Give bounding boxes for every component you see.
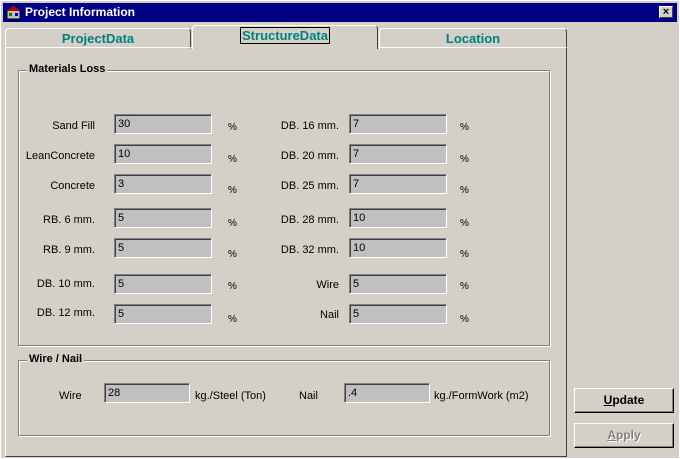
field-label: Sand Fill <box>52 120 95 132</box>
db-28mm-input[interactable]: 10 <box>349 208 447 228</box>
tab-label: ProjectData <box>61 31 135 46</box>
rb-9mm-input[interactable]: 5 <box>114 238 212 258</box>
sand-fill-input[interactable]: 30 <box>114 114 212 134</box>
percent-unit: % <box>228 249 237 260</box>
project-information-window: Project Information × ProjectData Struct… <box>0 0 680 459</box>
percent-unit: % <box>460 249 469 260</box>
percent-unit: % <box>228 281 237 292</box>
tab-label: Location <box>445 31 501 46</box>
field-label: DB. 20 mm. <box>280 150 339 162</box>
db-25mm-input[interactable]: 7 <box>349 174 447 194</box>
materials-loss-title: Materials Loss <box>27 63 108 75</box>
apply-button[interactable]: Apply <box>574 423 674 448</box>
tab-projectdata[interactable]: ProjectData <box>5 28 191 49</box>
db-32mm-input[interactable]: 10 <box>349 238 447 258</box>
percent-unit: % <box>228 314 237 325</box>
field-label: DB. 28 mm. <box>280 214 339 226</box>
db-10mm-input[interactable]: 5 <box>114 274 212 294</box>
field-label: DB. 10 mm. <box>36 278 95 290</box>
db-20mm-input[interactable]: 7 <box>349 144 447 164</box>
percent-unit: % <box>460 154 469 165</box>
field-label: RB. 9 mm. <box>43 244 95 256</box>
nail-amount-input[interactable]: .4 <box>344 383 430 403</box>
wire-label: Wire <box>59 390 82 402</box>
wire-unit-label: kg./Steel (Ton) <box>195 390 266 402</box>
field-label: DB. 25 mm. <box>280 180 339 192</box>
field-label: Concrete <box>50 180 95 192</box>
close-button[interactable]: × <box>659 6 673 18</box>
percent-unit: % <box>228 218 237 229</box>
db-12mm-input[interactable]: 5 <box>114 304 212 324</box>
wire-amount-input[interactable]: 28 <box>104 383 190 403</box>
field-label: RB. 6 mm. <box>43 214 95 226</box>
field-label: LeanConcrete <box>25 150 95 162</box>
percent-unit: % <box>460 281 469 292</box>
percent-unit: % <box>460 185 469 196</box>
percent-unit: % <box>460 122 469 133</box>
percent-unit: % <box>460 218 469 229</box>
tab-label: StructureData <box>240 27 330 44</box>
percent-unit: % <box>228 154 237 165</box>
update-label-rest: pdate <box>612 393 645 407</box>
nail-label: Nail <box>299 390 318 402</box>
window-title: Project Information <box>25 5 136 19</box>
percent-unit: % <box>228 122 237 133</box>
field-label: Wire <box>316 279 339 291</box>
nail-loss-input[interactable]: 5 <box>349 304 447 324</box>
update-button[interactable]: Update <box>574 388 674 413</box>
db-16mm-input[interactable]: 7 <box>349 114 447 134</box>
tab-location[interactable]: Location <box>379 28 567 49</box>
tab-structuredata[interactable]: StructureData <box>192 25 378 49</box>
field-label: Nail <box>320 309 339 321</box>
title-bar[interactable]: Project Information × <box>3 3 677 22</box>
lean-concrete-input[interactable]: 10 <box>114 144 212 164</box>
percent-unit: % <box>228 185 237 196</box>
wire-loss-input[interactable]: 5 <box>349 274 447 294</box>
field-label: DB. 16 mm. <box>280 120 339 132</box>
app-icon <box>6 6 21 20</box>
materials-loss-group: Materials Loss <box>18 63 550 346</box>
field-label: DB. 32 mm. <box>280 244 339 256</box>
apply-label-rest: pply <box>616 428 641 442</box>
wire-nail-title: Wire / Nail <box>27 353 85 365</box>
rb-6mm-input[interactable]: 5 <box>114 208 212 228</box>
nail-unit-label: kg./FormWork (m2) <box>434 390 529 402</box>
field-label: DB. 12 mm. <box>36 307 95 319</box>
concrete-input[interactable]: 3 <box>114 174 212 194</box>
apply-hotkey: A <box>607 428 616 442</box>
percent-unit: % <box>460 314 469 325</box>
